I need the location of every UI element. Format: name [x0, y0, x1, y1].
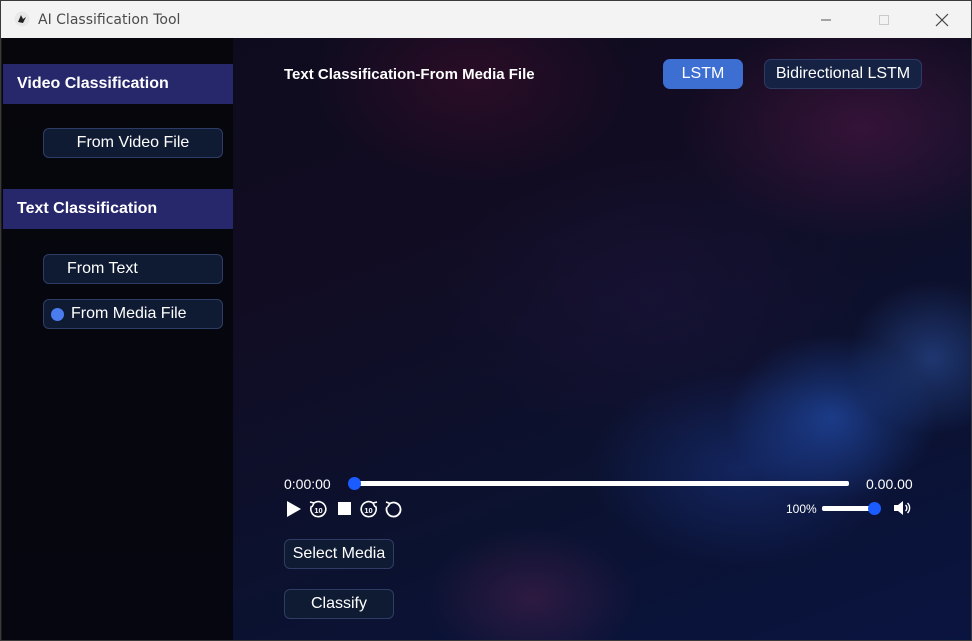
seek-bar[interactable] [354, 481, 849, 486]
rewind-10-icon[interactable]: 10 [308, 499, 328, 519]
lstm-button[interactable]: LSTM [663, 59, 743, 89]
window-title: AI Classification Tool [38, 12, 181, 28]
forward-10-icon[interactable]: 10 [359, 499, 379, 519]
text-classification-header: Text Classification [3, 189, 233, 229]
from-media-file-button[interactable]: From Media File [43, 299, 223, 329]
minimize-button[interactable] [803, 1, 849, 38]
from-video-file-button[interactable]: From Video File [43, 128, 223, 158]
from-media-file-label: From Media File [71, 305, 187, 322]
play-icon[interactable] [284, 499, 304, 519]
video-classification-header: Video Classification [3, 64, 233, 104]
maximize-icon [879, 14, 889, 25]
classify-button[interactable]: Classify [284, 589, 394, 619]
speaker-icon[interactable] [892, 498, 912, 518]
minimize-icon [821, 19, 831, 20]
seek-thumb[interactable] [348, 477, 361, 490]
svg-text:10: 10 [314, 506, 322, 515]
from-text-button[interactable]: From Text [43, 254, 223, 284]
current-time: 0:00:00 [284, 476, 331, 492]
volume-thumb[interactable] [868, 502, 881, 515]
close-icon [935, 13, 949, 26]
title-bar[interactable]: AI Classification Tool [1, 1, 971, 38]
app-window: AI Classification Tool Video Classificat… [0, 0, 972, 641]
selected-indicator-icon [51, 308, 64, 321]
bidirectional-lstm-button[interactable]: Bidirectional LSTM [764, 59, 922, 89]
page-title: Text Classification-From Media File [284, 66, 535, 83]
maximize-button[interactable] [861, 1, 907, 38]
volume-label: 100% [786, 502, 817, 516]
stop-icon[interactable] [335, 499, 355, 519]
select-media-button[interactable]: Select Media [284, 539, 394, 569]
app-bird-icon [14, 11, 30, 27]
main-content: Video Classification From Video File Tex… [2, 38, 971, 640]
total-time: 0.00.00 [866, 476, 913, 492]
replay-icon[interactable] [383, 499, 403, 519]
svg-text:10: 10 [364, 506, 372, 515]
sidebar: Video Classification From Video File Tex… [2, 38, 233, 640]
close-button[interactable] [919, 1, 965, 38]
